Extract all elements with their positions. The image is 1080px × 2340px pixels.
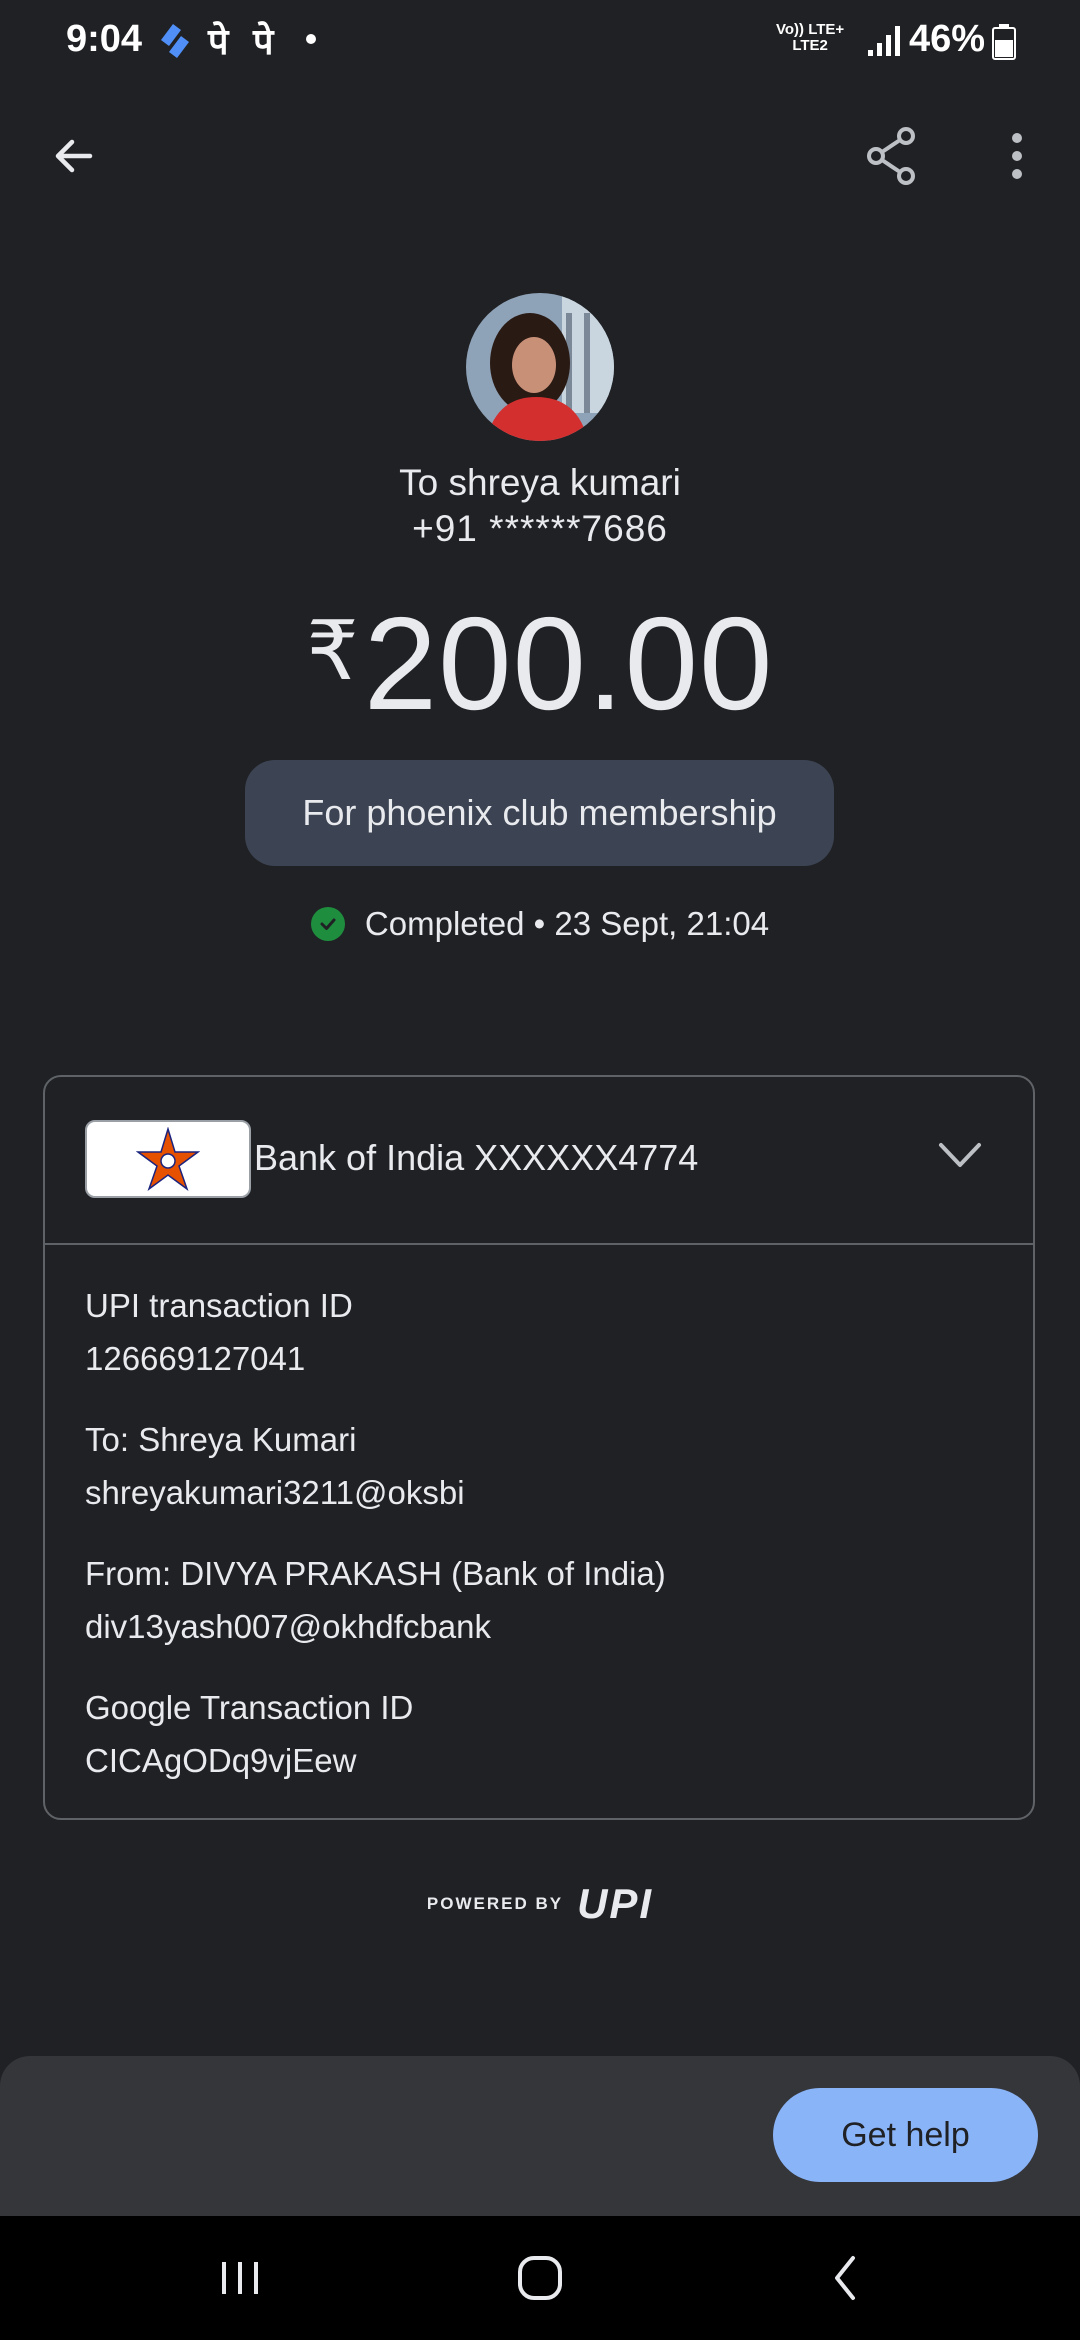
- upi-transaction-id-value: 126669127041: [85, 1340, 306, 1377]
- chevron-down-icon[interactable]: [935, 1137, 985, 1173]
- status-notification-text: पे पे: [208, 22, 280, 63]
- get-help-button[interactable]: Get help: [773, 2088, 1038, 2182]
- more-options-button[interactable]: [981, 120, 1053, 192]
- powered-by-text: POWERED BY: [426, 1894, 564, 1913]
- nav-back-icon: [835, 2256, 855, 2300]
- currency-symbol: ₹: [306, 606, 360, 697]
- amount-value: 200.00: [363, 590, 774, 737]
- more-vert-icon: [1012, 133, 1022, 179]
- upi-transaction-id-label: UPI transaction ID: [85, 1287, 353, 1324]
- from-upi-id: div13yash007@okhdfcbank: [85, 1608, 491, 1645]
- recipient-phone: +91 ******7686: [412, 508, 668, 549]
- signal-icon: [868, 26, 900, 56]
- recipient-name: To shreya kumari: [399, 462, 681, 503]
- bank-star-icon: [136, 1127, 200, 1191]
- status-time: 9:04: [66, 18, 143, 60]
- card-divider: [45, 1243, 1033, 1245]
- upi-logo: UPI: [577, 1880, 654, 1927]
- bank-account-name: Bank of India XXXXXX4774: [254, 1137, 699, 1178]
- recents-icon: [222, 2262, 258, 2294]
- status-dot: [306, 34, 316, 44]
- to-upi-id: shreyakumari3211@oksbi: [85, 1474, 465, 1511]
- google-transaction-id-label: Google Transaction ID: [85, 1689, 414, 1726]
- home-button[interactable]: [500, 2246, 580, 2310]
- from-label: From: DIVYA PRAKASH (Bank of India): [85, 1555, 666, 1592]
- to-label: To: Shreya Kumari: [85, 1421, 357, 1458]
- recipient-avatar: [466, 293, 614, 441]
- payment-amount: ₹200.00: [0, 588, 1080, 739]
- transaction-details-card: Bank of India XXXXXX4774 UPI transaction…: [43, 1075, 1035, 1820]
- arrow-back-icon: [55, 139, 93, 173]
- google-transaction-id-value: CICAgODq9vjEew: [85, 1742, 357, 1779]
- recents-button[interactable]: [200, 2246, 280, 2310]
- powered-by-upi: POWERED BY UPI: [0, 1880, 1080, 1928]
- back-button[interactable]: [38, 120, 110, 192]
- network-indicator-label: Vo)) LTE+ LTE2: [776, 21, 845, 54]
- payment-note: For phoenix club membership: [245, 760, 834, 866]
- bank-logo: [85, 1120, 251, 1198]
- nav-back-button[interactable]: [805, 2246, 885, 2310]
- check-circle-icon: [310, 907, 345, 941]
- payment-status-text: Completed • 23 Sept, 21:04: [364, 905, 770, 942]
- share-button[interactable]: [855, 120, 927, 192]
- home-icon: [518, 2256, 562, 2300]
- share-icon: [867, 127, 915, 185]
- battery-icon: [992, 24, 1016, 60]
- battery-percent: 46%: [909, 18, 986, 60]
- notification-app-icon: [161, 24, 189, 58]
- payment-status: Completed • 23 Sept, 21:04: [0, 905, 1080, 943]
